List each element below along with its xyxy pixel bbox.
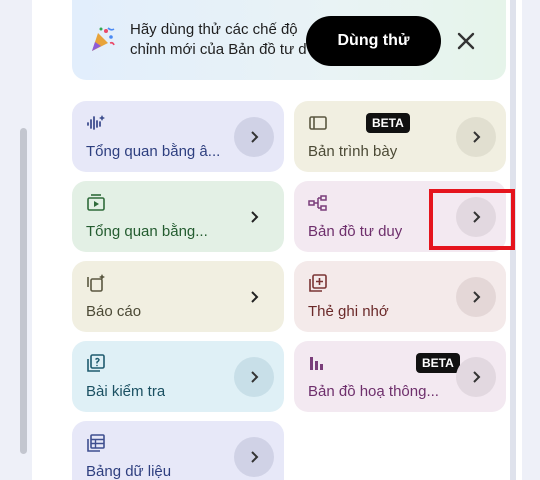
- close-banner-button[interactable]: [449, 24, 483, 58]
- beta-badge: BETA: [416, 353, 460, 373]
- open-button[interactable]: [234, 357, 274, 397]
- close-icon: [457, 32, 475, 50]
- flashcard-icon: [309, 274, 327, 292]
- card-quiz[interactable]: Bài kiểm tra: [72, 341, 284, 412]
- open-button[interactable]: [456, 117, 496, 157]
- card-report[interactable]: Báo cáo: [72, 261, 284, 332]
- promo-banner: Hãy dùng thử các chế độ chỉnh mới của Bả…: [72, 0, 506, 80]
- card-data-table[interactable]: Bảng dữ liệu: [72, 421, 284, 480]
- chevron-right-icon: [473, 291, 481, 303]
- open-button[interactable]: [456, 277, 496, 317]
- report-sparkle-icon: [87, 274, 105, 292]
- card-label: Bảng dữ liệu: [86, 463, 172, 480]
- open-button[interactable]: [234, 277, 274, 317]
- open-button[interactable]: [234, 437, 274, 477]
- card-slide-deck[interactable]: BETA Bản trình bày: [294, 101, 506, 172]
- card-label: Báo cáo: [86, 303, 142, 320]
- banner-line-1: Hãy dùng thử các chế độ: [130, 21, 298, 38]
- card-label: Bản đồ tư duy: [308, 223, 403, 240]
- card-infographic[interactable]: BETA Bản đồ hoạ thông...: [294, 341, 506, 412]
- slides-icon: [309, 116, 327, 130]
- open-button[interactable]: [234, 117, 274, 157]
- card-label: Tổng quan bằng...: [86, 223, 208, 240]
- left-scrollbar[interactable]: [20, 128, 27, 454]
- try-now-button[interactable]: Dùng thử: [306, 16, 441, 66]
- infographic-icon: [310, 357, 323, 370]
- chevron-right-icon: [251, 371, 259, 383]
- chevron-right-icon: [251, 451, 259, 463]
- chevron-right-icon: [251, 131, 259, 143]
- mind-map-icon: [308, 195, 327, 211]
- card-label: Tổng quan bằng â...: [86, 143, 221, 160]
- party-popper-icon: [92, 27, 115, 51]
- video-play-icon: [87, 194, 105, 211]
- quiz-icon: [87, 354, 105, 372]
- card-label: Bản trình bày: [308, 143, 398, 160]
- open-button[interactable]: [234, 197, 274, 237]
- chevron-right-icon: [251, 211, 259, 223]
- banner-line-2: chỉnh mới của Bản đồ tư d: [130, 41, 307, 58]
- chevron-right-icon: [473, 131, 481, 143]
- audio-sparkle-icon: [87, 115, 105, 130]
- card-audio-overview[interactable]: Tổng quan bằng â...: [72, 101, 284, 172]
- chevron-right-icon: [251, 291, 259, 303]
- card-label: Bài kiểm tra: [86, 383, 166, 400]
- banner-message: Hãy dùng thử các chế độ chỉnh mới của Bả…: [130, 20, 330, 62]
- data-table-icon: [87, 434, 105, 452]
- card-label: Thẻ ghi nhớ: [308, 303, 389, 320]
- card-label: Bản đồ hoạ thông...: [308, 383, 439, 400]
- highlight-box: [429, 189, 515, 250]
- chevron-right-icon: [473, 371, 481, 383]
- card-flashcards[interactable]: Thẻ ghi nhớ: [294, 261, 506, 332]
- card-video-overview[interactable]: Tổng quan bằng...: [72, 181, 284, 252]
- beta-badge: BETA: [366, 113, 410, 133]
- open-button[interactable]: [456, 357, 496, 397]
